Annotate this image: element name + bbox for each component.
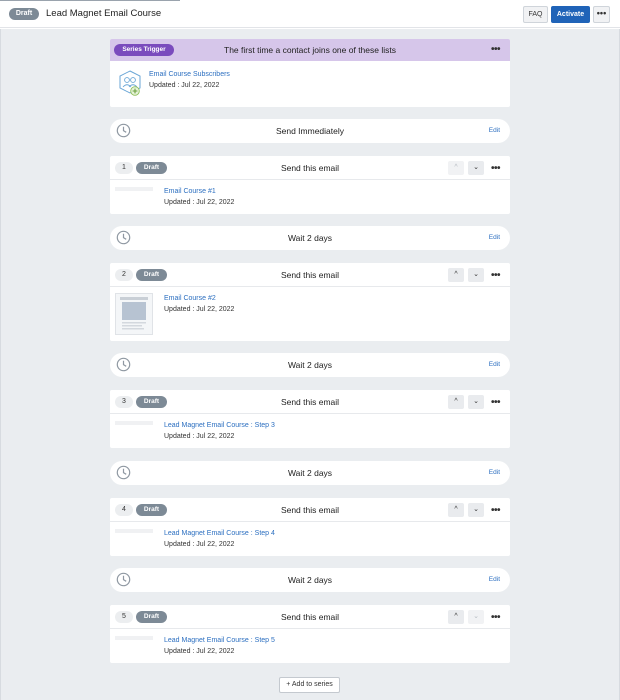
wait-step[interactable]: Wait 2 days Edit — [110, 226, 510, 250]
email-step[interactable]: 3 Draft Send this email ^ ⌄ ••• Lead Mag… — [110, 390, 510, 448]
edit-link[interactable]: Edit — [489, 127, 500, 134]
wait-label: Send Immediately — [275, 126, 345, 136]
email-step[interactable]: 4 Draft Send this email ^ ⌄ ••• Lead Mag… — [110, 498, 510, 556]
move-up-button[interactable]: ^ — [448, 610, 464, 624]
edit-link[interactable]: Edit — [489, 469, 500, 476]
email-step-header: 2 Draft Send this email ^ ⌄ ••• — [110, 263, 510, 287]
wait-step[interactable]: Send Immediately Edit — [110, 119, 510, 143]
email-thumbnail[interactable] — [115, 529, 153, 533]
step-more-button[interactable]: ••• — [491, 613, 501, 623]
email-updated: Updated : Jul 22, 2022 — [164, 541, 235, 548]
page-title[interactable]: Lead Magnet Email Course — [46, 8, 161, 19]
wait-label: Wait 2 days — [287, 360, 333, 370]
move-down-button[interactable]: ⌄ — [468, 395, 484, 409]
trigger-description: The first time a contact joins one of th… — [224, 45, 396, 55]
top-bar: Draft Lead Magnet Email Course FAQ Activ… — [0, 0, 620, 28]
step-more-button[interactable]: ••• — [491, 506, 501, 516]
wait-label: Wait 2 days — [287, 575, 333, 585]
wait-label: Wait 2 days — [287, 468, 333, 478]
email-thumbnail[interactable] — [115, 187, 153, 191]
email-link[interactable]: Email Course #1 — [164, 188, 216, 195]
faq-button[interactable]: FAQ — [523, 6, 548, 23]
email-link[interactable]: Lead Magnet Email Course : Step 3 — [164, 422, 275, 429]
email-updated: Updated : Jul 22, 2022 — [164, 306, 235, 313]
email-link[interactable]: Email Course #2 — [164, 295, 216, 302]
step-more-button[interactable]: ••• — [491, 164, 501, 174]
email-updated: Updated : Jul 22, 2022 — [164, 199, 235, 206]
add-to-series-button[interactable]: + Add to series — [279, 677, 340, 693]
email-updated: Updated : Jul 22, 2022 — [164, 648, 235, 655]
step-more-button[interactable]: ••• — [491, 271, 501, 281]
email-thumbnail[interactable] — [115, 421, 153, 425]
email-step[interactable]: 1 Draft Send this email ^ ⌄ ••• Email Co… — [110, 156, 510, 214]
move-up-button[interactable]: ^ — [448, 503, 464, 517]
email-link[interactable]: Lead Magnet Email Course : Step 4 — [164, 530, 275, 537]
wait-label: Wait 2 days — [287, 233, 333, 243]
status-badge: Draft — [9, 8, 39, 20]
email-updated: Updated : Jul 22, 2022 — [164, 433, 235, 440]
step-more-button[interactable]: ••• — [491, 398, 501, 408]
list-updated: Updated : Jul 22, 2022 — [149, 82, 220, 89]
move-down-button[interactable]: ⌄ — [468, 161, 484, 175]
move-up-button[interactable]: ^ — [448, 161, 464, 175]
email-step-header: 1 Draft Send this email ^ ⌄ ••• — [110, 156, 510, 180]
trigger-header: Series Trigger The first time a contact … — [110, 39, 510, 61]
email-step[interactable]: 2 Draft Send this email ^ ⌄ ••• Email Co… — [110, 263, 510, 341]
email-step-header: 5 Draft Send this email ^ ⌄ ••• — [110, 605, 510, 629]
more-options-button[interactable]: ••• — [593, 6, 610, 23]
edit-link[interactable]: Edit — [489, 361, 500, 368]
email-step-header: 3 Draft Send this email ^ ⌄ ••• — [110, 390, 510, 414]
move-up-button[interactable]: ^ — [448, 395, 464, 409]
wait-step[interactable]: Wait 2 days Edit — [110, 461, 510, 485]
move-down-button[interactable]: ⌄ — [468, 503, 484, 517]
trigger-more-button[interactable]: ••• — [491, 45, 501, 55]
wait-step[interactable]: Wait 2 days Edit — [110, 568, 510, 592]
list-icon — [119, 70, 141, 100]
plus-icon: + — [286, 681, 291, 688]
move-down-button[interactable]: ⌄ — [468, 268, 484, 282]
email-step-header: 4 Draft Send this email ^ ⌄ ••• — [110, 498, 510, 522]
activate-button[interactable]: Activate — [551, 6, 590, 23]
wait-step[interactable]: Wait 2 days Edit — [110, 353, 510, 377]
email-step[interactable]: 5 Draft Send this email ^ ⌄ ••• Lead Mag… — [110, 605, 510, 663]
series-trigger-card[interactable]: Series Trigger The first time a contact … — [110, 39, 510, 107]
move-up-button[interactable]: ^ — [448, 268, 464, 282]
list-link[interactable]: Email Course Subscribers — [149, 71, 230, 78]
top-divider — [0, 0, 180, 1]
edit-link[interactable]: Edit — [489, 234, 500, 241]
email-link[interactable]: Lead Magnet Email Course : Step 5 — [164, 637, 275, 644]
email-thumbnail[interactable] — [115, 636, 153, 640]
add-to-series-label: Add to series — [291, 681, 333, 688]
email-thumbnail[interactable] — [115, 293, 153, 335]
move-down-button[interactable]: ⌄ — [468, 610, 484, 624]
edit-link[interactable]: Edit — [489, 576, 500, 583]
